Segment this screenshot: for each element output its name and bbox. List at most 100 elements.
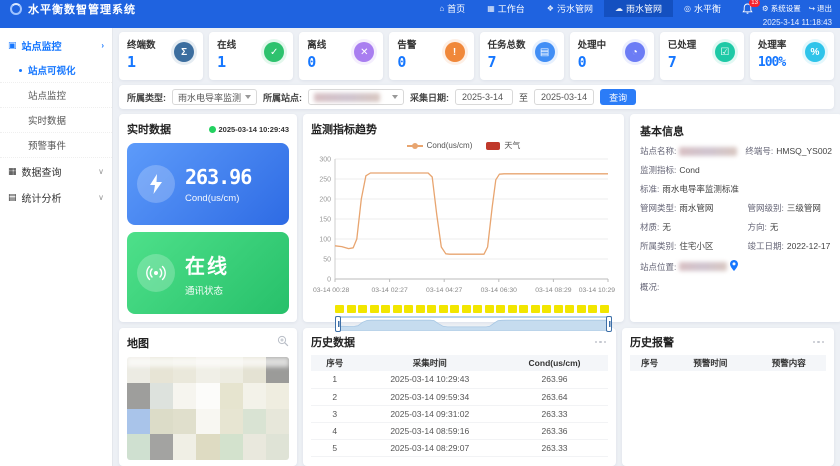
more-icon[interactable] <box>593 339 609 346</box>
nav-tab-label: 工作台 <box>498 2 525 15</box>
notification-badge: 13 <box>749 0 760 7</box>
table-row[interactable]: 52025-03-14 08:29:07263.33 <box>311 439 608 456</box>
redacted-station-name <box>314 93 380 102</box>
signal-icon <box>137 254 175 292</box>
sidebar-subitem-站点可视化[interactable]: 站点可视化 <box>0 58 112 83</box>
sidebar-subitem-实时数据[interactable]: 实时数据 <box>0 108 112 133</box>
map-tile <box>196 409 219 435</box>
info-row: 站点位置: <box>640 260 832 273</box>
sidebar-subitem-预警事件[interactable]: 预警事件 <box>0 133 112 158</box>
info-field-label: 所属类别: <box>640 241 676 251</box>
map-tile <box>220 434 243 460</box>
svg-text:50: 50 <box>323 257 331 264</box>
station-filter-label: 所属站点: <box>263 91 302 104</box>
svg-text:03-14 08:29: 03-14 08:29 <box>535 287 572 294</box>
info-field-value: 2022-12-17 <box>787 241 830 251</box>
legend-label: 天气 <box>504 140 520 151</box>
nav-tab-雨水管网[interactable]: ☁雨水管网 <box>604 0 673 17</box>
realtime-value: 263.96 <box>185 165 251 189</box>
notification-bell-icon[interactable]: 13 <box>742 2 754 15</box>
weather-sunny-icon <box>335 305 344 313</box>
column-header: 序号 <box>630 355 669 371</box>
map-tile <box>220 409 243 435</box>
logout-button[interactable]: ↪ 退出 <box>809 3 832 14</box>
sidebar: ▣站点监控›站点可视化站点监控实时数据预警事件▦数据查询∨▤统计分析∨ <box>0 28 113 466</box>
date-from-input[interactable]: 2025-3-14 <box>455 89 513 105</box>
sidebar-item-统计分析[interactable]: ▤统计分析∨ <box>0 184 112 210</box>
more-icon[interactable] <box>811 339 827 346</box>
search-button[interactable]: 查询 <box>600 89 636 105</box>
stat-card-在线[interactable]: 在线1✓ <box>209 32 293 80</box>
stat-card-处理率[interactable]: 处理率100%% <box>750 32 834 80</box>
settings-button[interactable]: ⚙ 系统设置 <box>762 3 801 14</box>
map-tile <box>196 434 219 460</box>
table-row[interactable]: 42025-03-14 08:59:16263.36 <box>311 422 608 439</box>
nav-tab-首页[interactable]: ⌂首页 <box>428 0 476 17</box>
date-to-input[interactable]: 2025-03-14 <box>534 89 594 105</box>
workbench-icon: ▦ <box>487 4 495 13</box>
sidebar-item-站点监控[interactable]: ▣站点监控› <box>0 32 112 58</box>
sidebar-item-数据查询[interactable]: ▦数据查询∨ <box>0 158 112 184</box>
table-cell: 2025-03-14 10:29:43 <box>359 371 502 388</box>
map-tile <box>266 434 289 460</box>
datazoom-right-handle[interactable] <box>606 316 612 332</box>
map-tile <box>127 409 150 435</box>
stat-card-离线[interactable]: 离线0✕ <box>299 32 383 80</box>
column-header: 预警内容 <box>752 355 827 371</box>
home-icon: ⌂ <box>439 4 444 13</box>
map-zoom-icon[interactable] <box>277 334 289 352</box>
weather-sunny-icon <box>347 305 356 313</box>
map-tile <box>196 357 219 383</box>
legend-item-天气[interactable]: 天气 <box>486 140 520 151</box>
info-field-label: 材质: <box>640 222 659 232</box>
type-select[interactable]: 雨水电导率监测 <box>172 89 257 105</box>
legend-item-Cond(us/cm)[interactable]: Cond(us/cm) <box>407 140 473 151</box>
table-row[interactable]: 12025-03-14 10:29:43263.96 <box>311 371 608 388</box>
table-cell: 263.33 <box>501 439 608 456</box>
map-tile <box>150 409 173 435</box>
weather-sunny-icon <box>577 305 586 313</box>
stat-card-终端数[interactable]: 终端数1Σ <box>119 32 203 80</box>
stat-card-已处理[interactable]: 已处理7☑ <box>660 32 744 80</box>
info-field-label: 竣工日期: <box>748 241 784 251</box>
svg-text:03-14 00:28: 03-14 00:28 <box>313 287 350 294</box>
svg-text:03-14 02:27: 03-14 02:27 <box>371 287 408 294</box>
table-cell: 263.33 <box>501 405 608 422</box>
nav-tab-污水管网[interactable]: ❖污水管网 <box>536 0 604 17</box>
map-tiles[interactable] <box>127 357 289 460</box>
map-tile <box>127 383 150 409</box>
info-field-value: HMSQ_YS002 <box>776 146 832 156</box>
table-row[interactable]: 22025-03-14 09:59:34263.64 <box>311 388 608 405</box>
table-row[interactable]: 32025-03-14 09:31:02263.33 <box>311 405 608 422</box>
map-tile <box>266 357 289 383</box>
stat-card-任务总数[interactable]: 任务总数7▤ <box>480 32 564 80</box>
realtime-value-tile[interactable]: 263.96 Cond(us/cm) <box>127 143 289 225</box>
trend-line-chart[interactable]: 05010015020025030003-14 00:2803-14 02:27… <box>311 151 616 302</box>
location-pin-icon[interactable] <box>730 260 738 273</box>
alarm-title: 历史报警 <box>630 334 674 350</box>
sidebar-subitem-label: 站点监控 <box>28 88 66 102</box>
column-header: 预警时间 <box>669 355 751 371</box>
table-cell: 2025-03-14 08:59:16 <box>359 422 502 439</box>
datazoom-slider[interactable] <box>335 316 612 318</box>
nav-tab-水平衡[interactable]: ◎水平衡 <box>673 0 732 17</box>
sidebar-subitem-站点监控[interactable]: 站点监控 <box>0 83 112 108</box>
datazoom-left-handle[interactable] <box>335 316 341 332</box>
stat-card-告警[interactable]: 告警0! <box>389 32 473 80</box>
table-cell: 2025-03-14 08:29:07 <box>359 439 502 456</box>
table-cell: 2025-03-14 09:59:34 <box>359 388 502 405</box>
svg-text:03-14 10:29: 03-14 10:29 <box>579 287 616 294</box>
stat-card-处理中[interactable]: 处理中0◔ <box>570 32 654 80</box>
comm-status-tile[interactable]: 在线 通讯状态 <box>127 232 289 314</box>
info-field: 终端号:HMSQ_YS002 <box>745 146 832 156</box>
info-field-value: 无 <box>662 222 671 232</box>
map-tile <box>243 383 266 409</box>
realtime-timestamp: 2025-03-14 10:29:43 <box>219 125 289 134</box>
lightning-icon <box>137 165 175 203</box>
info-field: 材质:无 <box>640 222 748 232</box>
logout-icon: ↪ <box>809 4 815 13</box>
info-field: 站点名称: <box>640 146 745 156</box>
table-cell: 2 <box>311 388 359 405</box>
station-select[interactable] <box>308 89 404 105</box>
nav-tab-工作台[interactable]: ▦工作台 <box>476 0 536 17</box>
